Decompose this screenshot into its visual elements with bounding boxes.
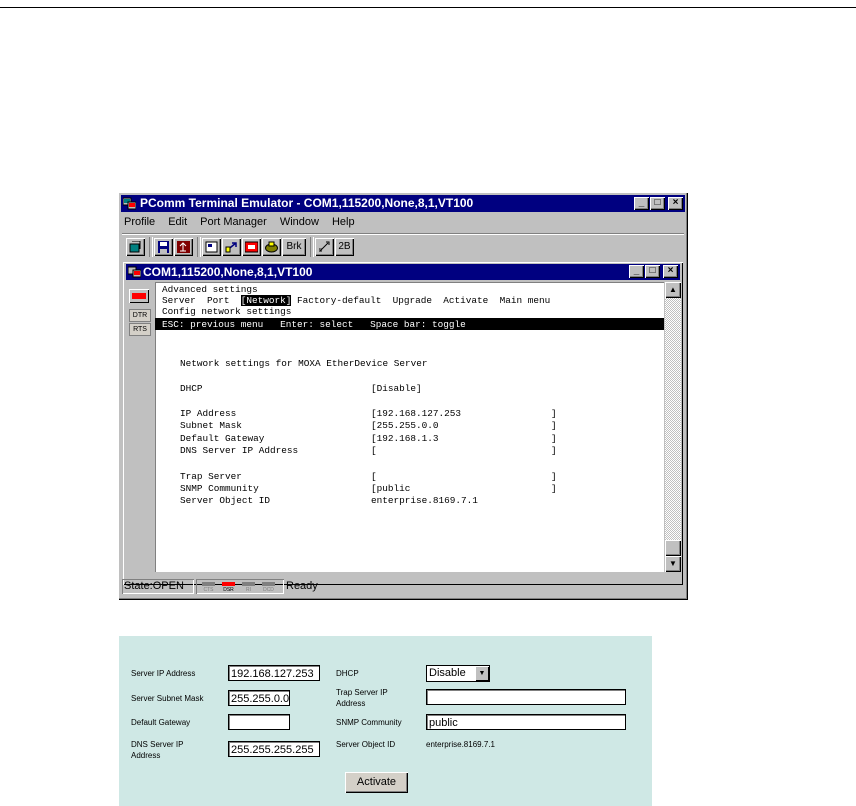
child-maximize-button[interactable]: □ <box>645 265 660 278</box>
terminal-label: IP Address <box>180 408 237 419</box>
menu-profile[interactable]: Profile <box>124 214 155 231</box>
gateway-label: Default Gateway <box>131 718 191 727</box>
subnet-input[interactable]: 255.255.0.0 <box>228 690 290 706</box>
dial-icon[interactable] <box>262 238 281 256</box>
break-button[interactable]: Brk <box>282 238 306 256</box>
terminal-line: Config network settings <box>162 306 292 317</box>
close-button[interactable]: × <box>668 197 683 210</box>
pcomm-window: PComm Terminal Emulator - COM1,115200,No… <box>118 192 688 600</box>
signal-panel: DTR RTS <box>126 282 153 580</box>
dns-label-cont: Address <box>131 751 161 760</box>
exit-icon[interactable] <box>174 238 193 256</box>
terminal-session-icon <box>128 266 141 278</box>
web-config-panel: Server IP Address 192.168.127.253 Server… <box>119 636 652 806</box>
status-indicators: CTS DSR RI DCD <box>196 579 284 594</box>
rts-toggle[interactable]: RTS <box>129 323 151 336</box>
menu-help[interactable]: Help <box>332 214 355 231</box>
transfer-icon[interactable] <box>222 238 241 256</box>
child-titlebar[interactable]: COM1,115200,None,8,1,VT100 _ □ × <box>126 264 680 280</box>
oid-label: Server Object ID <box>336 740 396 749</box>
activate-button[interactable]: Activate <box>345 772 408 793</box>
terminal-app-icon <box>123 197 136 210</box>
page-top-rule <box>0 7 856 8</box>
dhcp-label: DHCP <box>336 669 359 678</box>
capture-icon[interactable] <box>242 238 261 256</box>
child-title: COM1,115200,None,8,1,VT100 <box>143 265 313 279</box>
terminal-value: [Disable] <box>371 383 422 394</box>
terminal-label: Default Gateway <box>180 433 265 444</box>
terminal-value: [public ] <box>371 483 557 494</box>
scroll-up-icon[interactable]: ▲ <box>665 282 681 298</box>
terminal-value: enterprise.8169.7.1 <box>371 495 478 506</box>
dcd-indicator: DCD <box>262 582 275 593</box>
terminal-value: [ ] <box>371 445 557 456</box>
child-minimize-button[interactable]: _ <box>629 265 644 278</box>
terminal-value: [192.168.127.253 ] <box>371 408 557 419</box>
terminal-label: Subnet Mask <box>180 420 242 431</box>
terminal-menu-selected[interactable]: [Network] <box>240 295 292 306</box>
terminal-header: Network settings for MOXA EtherDevice Se… <box>180 358 428 369</box>
trap-label-cont: Address <box>336 699 366 708</box>
menu-bar: Profile Edit Port Manager Window Help <box>122 214 684 231</box>
trap-label: Trap Server IP <box>336 688 388 697</box>
scroll-thumb[interactable] <box>665 540 681 556</box>
terminal-menu-pre: Server Port <box>162 295 241 306</box>
menu-port-manager[interactable]: Port Manager <box>200 214 267 231</box>
terminal-menu-post: Factory-default Upgrade Activate Main me… <box>291 295 551 306</box>
maximize-button[interactable]: □ <box>650 197 665 210</box>
terminal-help-line: ESC: previous menu Enter: select Space b… <box>162 319 466 330</box>
dsr-indicator: DSR <box>222 582 235 593</box>
session-settings-icon[interactable] <box>202 238 221 256</box>
terminal-value: [192.168.1.3 ] <box>371 433 557 444</box>
dtr-toggle[interactable]: DTR <box>129 309 151 322</box>
subnet-label: Server Subnet Mask <box>131 694 204 703</box>
ri-indicator: RI <box>242 582 255 593</box>
chevron-down-icon[interactable]: ▼ <box>475 666 489 681</box>
status-state-cell: State:OPEN <box>122 579 194 594</box>
cts-indicator: CTS <box>202 582 215 593</box>
dhcp-select[interactable]: Disable ▼ <box>426 665 490 682</box>
scroll-down-icon[interactable]: ▼ <box>665 556 681 572</box>
status-state: State:OPEN <box>124 580 184 592</box>
trap-server-input[interactable] <box>426 689 626 705</box>
toolbar: Brk B 2B <box>122 233 684 260</box>
terminal-child-window: COM1,115200,None,8,1,VT100 _ □ × DTR RTS… <box>123 262 683 585</box>
window-title: PComm Terminal Emulator - COM1,115200,No… <box>140 196 474 210</box>
terminal-label: DHCP <box>180 383 203 394</box>
terminal-screen[interactable]: Advanced settings Server Port [Network] … <box>155 282 664 572</box>
terminal-label: Server Object ID <box>180 495 271 506</box>
dns-input[interactable]: 255.255.255.255 <box>228 741 320 757</box>
minimize-button[interactable]: _ <box>634 197 649 210</box>
toggle-2b-button[interactable]: 2B <box>335 238 354 256</box>
save-icon[interactable] <box>154 238 173 256</box>
status-message: Ready <box>286 580 318 592</box>
gateway-input[interactable] <box>228 714 290 730</box>
terminal-line: Advanced settings <box>162 284 258 295</box>
server-ip-input[interactable]: 192.168.127.253 <box>228 665 320 681</box>
child-close-button[interactable]: × <box>663 265 678 278</box>
dns-label: DNS Server IP <box>131 740 184 749</box>
terminal-menu-line: Server Port [Network] Factory-default Up… <box>162 295 550 306</box>
terminal-scrollbar[interactable]: ▲ ▼ <box>665 282 681 572</box>
terminal-value: [ ] <box>371 471 557 482</box>
menu-window[interactable]: Window <box>280 214 319 231</box>
terminal-label: SNMP Community <box>180 483 259 494</box>
dhcp-select-value: Disable <box>429 667 466 679</box>
menu-edit[interactable]: Edit <box>168 214 187 231</box>
terminal-label: DNS Server IP Address <box>180 445 299 456</box>
oid-value: enterprise.8169.7.1 <box>426 740 495 749</box>
terminal-label: Trap Server <box>180 471 242 482</box>
scroll-icon[interactable]: B <box>315 238 334 256</box>
connection-led <box>129 289 149 303</box>
terminal-value: [255.255.0.0 ] <box>371 420 557 431</box>
window-titlebar[interactable]: PComm Terminal Emulator - COM1,115200,No… <box>121 195 685 212</box>
open-icon[interactable] <box>126 238 145 256</box>
status-bar: State:OPEN CTS DSR RI DCD Ready <box>122 578 684 595</box>
snmp-community-input[interactable]: public <box>426 714 626 730</box>
server-ip-label: Server IP Address <box>131 669 196 678</box>
snmp-label: SNMP Community <box>336 718 402 727</box>
